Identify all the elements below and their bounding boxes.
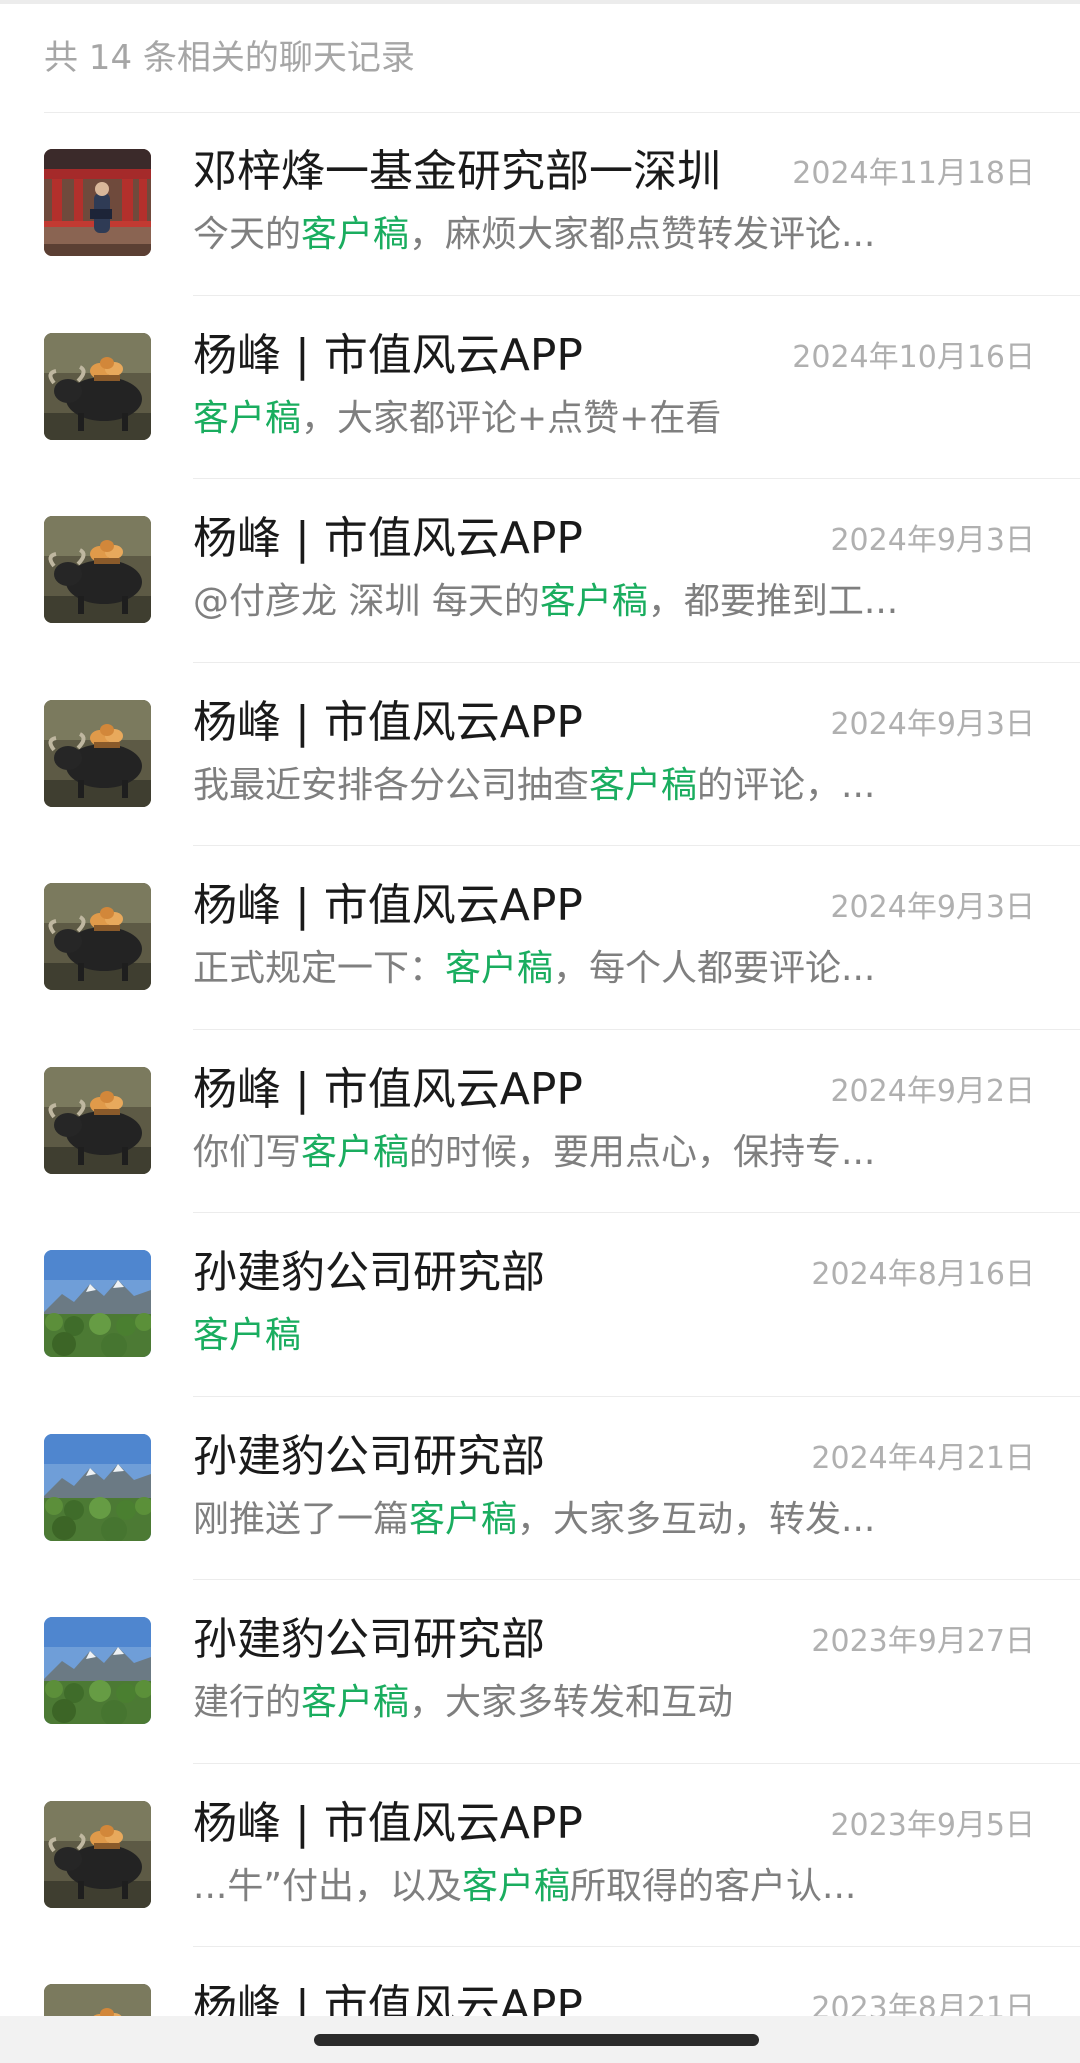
snippet-text-after: 的评论，... [697, 764, 876, 806]
search-result-row[interactable]: 杨峰 | 市值风云APP 2023年9月5日 ...牛”付出，以及客户稿所取得的客户… [0, 1764, 1080, 1947]
mountain-photo-avatar[interactable] [44, 1250, 151, 1357]
message-date: 2024年9月3日 [830, 523, 1035, 558]
snippet-text-before: 你们写 [193, 1131, 302, 1173]
message-date: 2024年11月18日 [792, 156, 1035, 191]
snippet-text-after: ，每个人都要评论... [553, 948, 876, 989]
top-divider [0, 0, 1080, 4]
keyword-highlight: 客户稿 [445, 948, 554, 989]
snippet-text-after: ，麻烦大家都点赞转发评论... [409, 214, 876, 255]
search-result-row[interactable]: 杨峰 | 市值风云APP 2024年9月3日 @付彦龙 深圳 每天的客户稿，都要推到… [0, 479, 1080, 663]
buffalo-photo-avatar[interactable] [44, 699, 151, 807]
message-date: 2024年4月21日 [811, 1440, 1035, 1476]
keyword-highlight: 客户稿 [193, 397, 302, 439]
message-snippet: @付彦龙 深圳 每天的客户稿，都要推到工... [193, 577, 898, 627]
buffalo-photo-avatar[interactable] [44, 516, 151, 623]
contact-name: 杨峰 | 市值风云APP [193, 1797, 583, 1849]
contact-name: 杨峰 | 市值风云APP [193, 1063, 583, 1115]
snippet-text-after: ，大家都评论+点赞+在看 [301, 397, 722, 439]
snippet-text-before: 我最近安排各分公司抽查 [193, 764, 590, 806]
message-snippet: 正式规定一下：客户稿，每个人都要评论... [193, 944, 875, 994]
message-snippet: 客户稿，大家都评论+点赞+在看 [193, 394, 721, 444]
buffalo-photo-avatar[interactable] [44, 332, 151, 440]
search-result-row[interactable]: 杨峰 | 市值风云APP 2024年9月3日正式规定一下：客户稿，每个人都要评论.… [0, 846, 1080, 1030]
snippet-text-before: ...牛”付出，以及 [193, 1865, 462, 1907]
keyword-highlight: 客户稿 [301, 214, 410, 255]
search-result-row[interactable]: 孙建豹公司研究部 2024年4月21日刚推送了一篇客户稿，大家多互动，转发... [0, 1397, 1080, 1580]
message-date: 2024年9月3日 [830, 706, 1035, 742]
message-snippet: 客户稿 [193, 1311, 301, 1361]
result-list[interactable]: 邓梓烽一基金研究部一深圳 2024年11月18日 今天的客户稿，麻烦大家都点赞转发评… [0, 112, 1080, 2063]
keyword-highlight: 客户稿 [539, 581, 648, 622]
message-snippet: 今天的客户稿，麻烦大家都点赞转发评论... [193, 210, 875, 260]
mountain-photo-avatar[interactable] [44, 1433, 151, 1541]
message-date: 2023年9月27日 [811, 1624, 1035, 1659]
search-result-row[interactable]: 孙建豹公司研究部 2023年9月27日建行的客户稿，大家多转发和互动 [0, 1580, 1080, 1764]
contact-name: 杨峰 | 市值风云APP [193, 880, 583, 931]
contact-name: 杨峰 | 市值风云APP [193, 329, 583, 381]
snippet-text-after: ，大家多转发和互动 [409, 1682, 734, 1723]
snippet-text-after: ，都要推到工... [647, 581, 899, 622]
message-snippet: 刚推送了一篇客户稿，大家多互动，转发... [193, 1495, 875, 1545]
contact-name: 邓梓烽一基金研究部一深圳 [193, 146, 721, 197]
search-result-row[interactable]: 杨峰 | 市值风云APP 2024年10月16日客户稿，大家都评论+点赞+在看 [0, 296, 1080, 479]
snippet-text-before: 刚推送了一篇 [193, 1498, 410, 1540]
keyword-highlight: 客户稿 [193, 1315, 302, 1356]
contact-name: 孙建豹公司研究部 [193, 1614, 545, 1665]
message-snippet: 你们写客户稿的时候，要用点心，保持专... [193, 1128, 875, 1178]
search-result-row[interactable]: 邓梓烽一基金研究部一深圳 2024年11月18日今天的客户稿，麻烦大家都点赞转发评… [0, 112, 1080, 296]
message-snippet: ...牛”付出，以及客户稿所取得的客户认... [193, 1862, 856, 1912]
home-indicator[interactable] [314, 2034, 759, 2046]
search-result-row[interactable]: 孙建豹公司研究部 2024年8月16日客户稿 [0, 1213, 1080, 1397]
mountain-photo-avatar[interactable] [44, 1617, 151, 1724]
buffalo-photo-avatar[interactable] [44, 883, 151, 990]
keyword-highlight: 客户稿 [409, 1498, 518, 1540]
keyword-highlight: 客户稿 [301, 1131, 410, 1173]
search-result-row[interactable]: 杨峰 | 市值风云APP 2024年9月2日你们写客户稿的时候，要用点心，保持专.… [0, 1030, 1080, 1213]
chat-search-results-screen: 共 14 条相关的聊天记录 邓梓烽一基金研究部一深圳 2024年11月18日今天的… [0, 0, 1080, 2063]
keyword-highlight: 客户稿 [301, 1682, 410, 1723]
snippet-text-before: 正式规定一下： [193, 948, 446, 989]
contact-name: 杨峰 | 市值风云APP [193, 696, 583, 748]
message-date: 2024年9月2日 [830, 1073, 1035, 1109]
snippet-text-after: 的时候，要用点心，保持专... [409, 1131, 876, 1173]
buffalo-photo-avatar[interactable] [44, 1800, 151, 1908]
message-date: 2024年9月3日 [830, 890, 1035, 925]
contact-name: 孙建豹公司研究部 [193, 1247, 545, 1298]
message-snippet: 我最近安排各分公司抽查客户稿的评论，... [193, 761, 875, 811]
contact-name: 孙建豹公司研究部 [193, 1430, 545, 1482]
result-count-label: 共 14 条相关的聊天记录 [44, 38, 415, 78]
contact-name: 杨峰 | 市值风云APP [193, 513, 583, 564]
keyword-highlight: 客户稿 [589, 764, 698, 806]
temple-photo-avatar[interactable] [44, 149, 151, 256]
snippet-text-after: ，大家多互动，转发... [517, 1498, 876, 1540]
snippet-text-before: @付彦龙 深圳 每天的 [193, 581, 540, 622]
snippet-text-before: 今天的 [193, 214, 302, 255]
message-date: 2024年10月16日 [792, 339, 1035, 375]
snippet-text-before: 建行的 [193, 1682, 302, 1723]
search-result-row[interactable]: 杨峰 | 市值风云APP 2024年9月3日我最近安排各分公司抽查客户稿的评论，.… [0, 663, 1080, 846]
message-date: 2023年9月5日 [830, 1807, 1035, 1843]
snippet-text-after: 所取得的客户认... [570, 1865, 857, 1907]
message-snippet: 建行的客户稿，大家多转发和互动 [193, 1678, 733, 1728]
message-date: 2024年8月16日 [811, 1257, 1035, 1292]
buffalo-photo-avatar[interactable] [44, 1066, 151, 1174]
keyword-highlight: 客户稿 [461, 1865, 570, 1907]
